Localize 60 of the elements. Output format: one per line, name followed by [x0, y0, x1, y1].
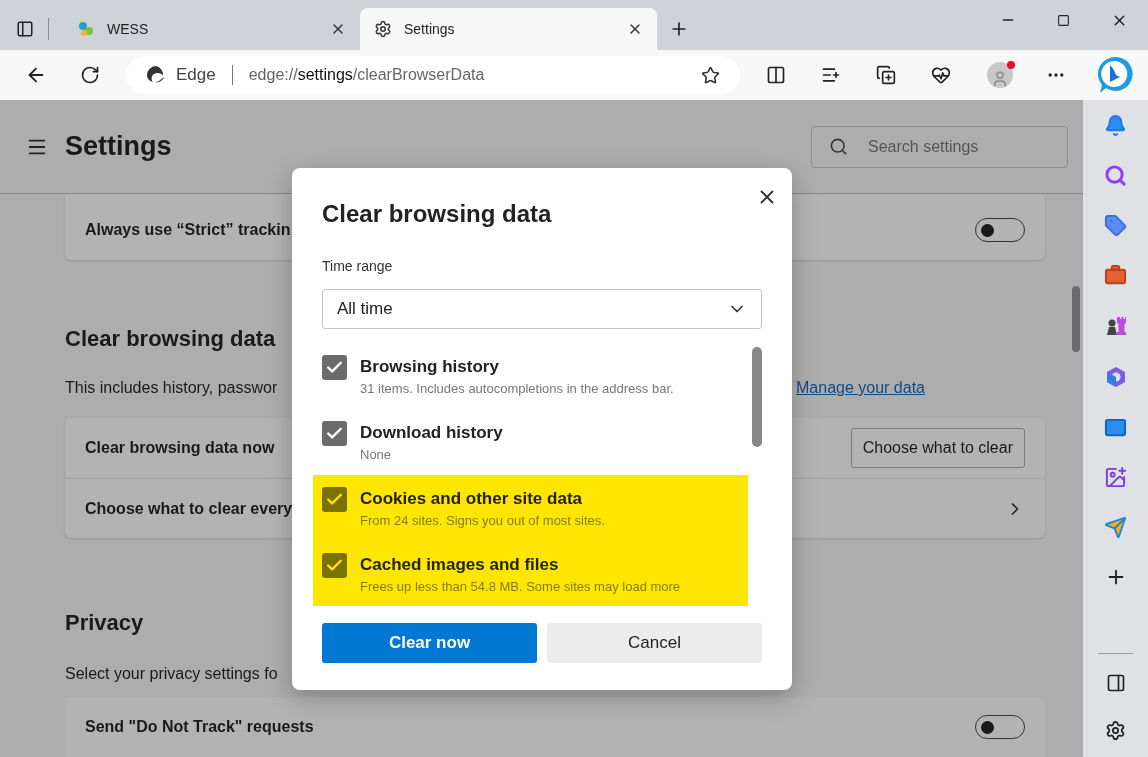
setting-label: Send "Do Not Track" requests [85, 717, 314, 737]
item-detail: 31 items. Includes autocompletions in the address bar. [360, 380, 674, 398]
checkbox[interactable] [322, 553, 347, 578]
split-screen-icon[interactable] [766, 65, 786, 85]
item-label: Browsing history [360, 356, 500, 378]
cancel-button[interactable]: Cancel [547, 623, 762, 663]
item-label: Cached images and files [360, 554, 560, 576]
tab-actions-icon[interactable] [16, 20, 34, 38]
sidebar-panel-icon[interactable] [1105, 673, 1126, 693]
favorite-star-icon[interactable] [701, 65, 720, 85]
time-range-dropdown[interactable]: All time [322, 289, 762, 329]
browser-tab[interactable]: WESS [63, 8, 360, 50]
copilot-logo-icon[interactable] [1096, 55, 1134, 95]
scrollbar-thumb[interactable] [1072, 286, 1080, 352]
search-field[interactable]: Search settings [811, 125, 1068, 168]
checkbox[interactable] [322, 355, 347, 380]
tab-title: WESS [107, 19, 150, 39]
checkbox[interactable] [322, 487, 347, 512]
item-detail: None [360, 446, 393, 464]
maximize-icon[interactable] [1057, 13, 1070, 27]
search-icon [829, 136, 848, 156]
section-heading: Privacy [65, 612, 145, 634]
browser-tab[interactable]: Settings [360, 8, 657, 50]
section-description: This includes history, passwor [65, 378, 278, 398]
bell-icon[interactable] [1104, 114, 1127, 137]
url-text: edge://settings/clearBrowserData [248, 65, 486, 85]
checkbox[interactable] [322, 421, 347, 446]
time-range-label: Time range [322, 257, 394, 276]
favorites-icon[interactable] [821, 65, 841, 85]
settings-icon [374, 20, 392, 38]
manage-data-link[interactable]: Manage your data [796, 376, 925, 400]
image-edit-icon[interactable] [1104, 466, 1127, 489]
collections-icon[interactable] [876, 65, 896, 85]
edge-logo-icon [146, 65, 166, 85]
profile-avatar[interactable] [987, 62, 1013, 88]
search-icon[interactable] [1104, 164, 1127, 187]
heart-pulse-icon[interactable] [931, 65, 951, 85]
item-label: Download history [360, 422, 503, 444]
tag-icon[interactable] [1104, 214, 1127, 237]
paper-plane-icon[interactable] [1104, 516, 1127, 539]
section-description: Select your privacy settings fo [65, 664, 279, 684]
list-scrollbar-thumb[interactable] [752, 347, 762, 447]
item-detail: Frees up less than 54.8 MB. Some sites may load more [360, 578, 681, 596]
setting-label: Clear browsing data now [85, 438, 275, 458]
address-bar[interactable]: Edge edge://settings/clearBrowserData [126, 56, 740, 94]
settings-title: Settings [65, 130, 173, 164]
item-label: Cookies and other site data [360, 488, 583, 510]
choose-what-to-clear-button[interactable]: Choose what to clear [850, 428, 1025, 468]
setting-label: Choose what to clear every [85, 498, 293, 519]
dialog-title: Clear browsing data [322, 202, 552, 226]
toolbox-icon[interactable] [1104, 264, 1127, 287]
site-label: Edge [176, 64, 216, 87]
tab-title: Settings [404, 19, 456, 39]
section-heading: Clear browsing data [65, 328, 277, 350]
refresh-icon[interactable] [80, 65, 100, 85]
settings-icon[interactable] [1105, 720, 1126, 741]
site-favicon [77, 20, 95, 38]
item-detail: From 24 sites. Signs you out of most sites. [360, 512, 605, 530]
setting-label: Always use “Strict” trackin [85, 220, 291, 240]
clear-now-button[interactable]: Clear now [322, 623, 537, 663]
